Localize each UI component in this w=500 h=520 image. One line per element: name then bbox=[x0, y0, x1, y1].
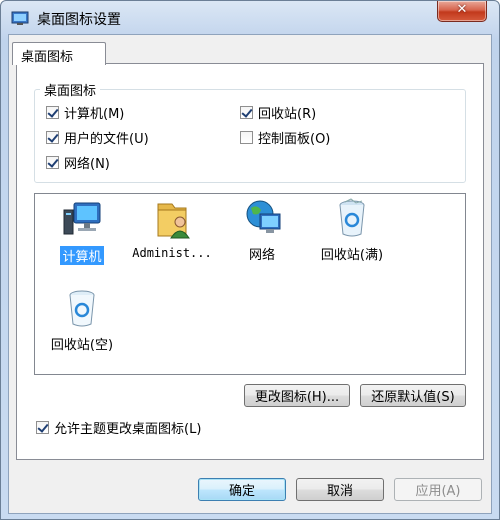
cancel-button[interactable]: 取消 bbox=[296, 478, 384, 501]
recycle-bin-empty-icon bbox=[69, 290, 95, 327]
user-folder-icon bbox=[157, 203, 190, 239]
checkbox-control-panel[interactable]: 控制面板(O) bbox=[240, 128, 331, 147]
desktop-settings-icon bbox=[11, 11, 29, 25]
ok-button[interactable]: 确定 bbox=[198, 478, 286, 501]
close-button[interactable]: ✕ bbox=[437, 1, 487, 22]
list-item-label: 计算机 bbox=[60, 246, 104, 265]
change-icon-button[interactable]: 更改图标(H)... bbox=[244, 384, 350, 407]
tab-label: 桌面图标 bbox=[21, 50, 74, 65]
checkbox-box[interactable] bbox=[46, 105, 59, 119]
checkbox-box[interactable] bbox=[240, 105, 253, 119]
list-item-label: Administ... bbox=[132, 246, 212, 260]
checkbox-label: 用户的文件(U) bbox=[64, 131, 149, 147]
tab-desktop-icons[interactable]: 桌面图标 bbox=[12, 42, 106, 65]
list-item[interactable]: 回收站(空) bbox=[39, 288, 125, 353]
checkbox-user-files[interactable]: 用户的文件(U) bbox=[46, 128, 149, 147]
list-item[interactable]: 计算机 bbox=[39, 200, 125, 265]
checkbox-box[interactable] bbox=[240, 130, 253, 144]
list-item-label: 回收站(满) bbox=[320, 248, 384, 263]
restore-default-button[interactable]: 还原默认值(S) bbox=[360, 384, 466, 407]
list-item[interactable]: 回收站(满) bbox=[309, 198, 395, 263]
icon-list[interactable]: 计算机 Administ... 网络 回收站(满) 回收站(空) bbox=[34, 193, 466, 375]
checkbox-label: 控制面板(O) bbox=[258, 131, 331, 147]
checkbox-box[interactable] bbox=[36, 420, 49, 434]
checkbox-label: 网络(N) bbox=[64, 156, 110, 172]
apply-button[interactable]: 应用(A) bbox=[394, 478, 482, 501]
list-item[interactable]: 网络 bbox=[219, 198, 305, 263]
checkbox-computer[interactable]: 计算机(M) bbox=[46, 103, 125, 122]
list-item-label: 网络 bbox=[248, 248, 275, 263]
list-item[interactable]: Administ... bbox=[129, 200, 215, 261]
computer-icon bbox=[63, 202, 101, 235]
checkbox-recycle-bin[interactable]: 回收站(R) bbox=[240, 103, 317, 122]
checkbox-label: 计算机(M) bbox=[64, 106, 125, 122]
list-item-label: 回收站(空) bbox=[50, 338, 114, 353]
checkbox-box[interactable] bbox=[46, 155, 59, 169]
checkbox-label: 允许主题更改桌面图标(L) bbox=[54, 421, 202, 437]
recycle-bin-full-icon bbox=[339, 198, 365, 237]
checkbox-label: 回收站(R) bbox=[258, 106, 317, 122]
checkbox-network[interactable]: 网络(N) bbox=[46, 153, 110, 172]
checkbox-box[interactable] bbox=[46, 130, 59, 144]
network-icon bbox=[246, 200, 281, 233]
title-bar[interactable]: 桌面图标设置 ✕ bbox=[1, 1, 499, 35]
window-title: 桌面图标设置 bbox=[37, 12, 121, 28]
group-title: 桌面图标 bbox=[40, 80, 101, 99]
close-icon: ✕ bbox=[456, 2, 468, 17]
checkbox-allow-themes[interactable]: 允许主题更改桌面图标(L) bbox=[36, 418, 202, 437]
